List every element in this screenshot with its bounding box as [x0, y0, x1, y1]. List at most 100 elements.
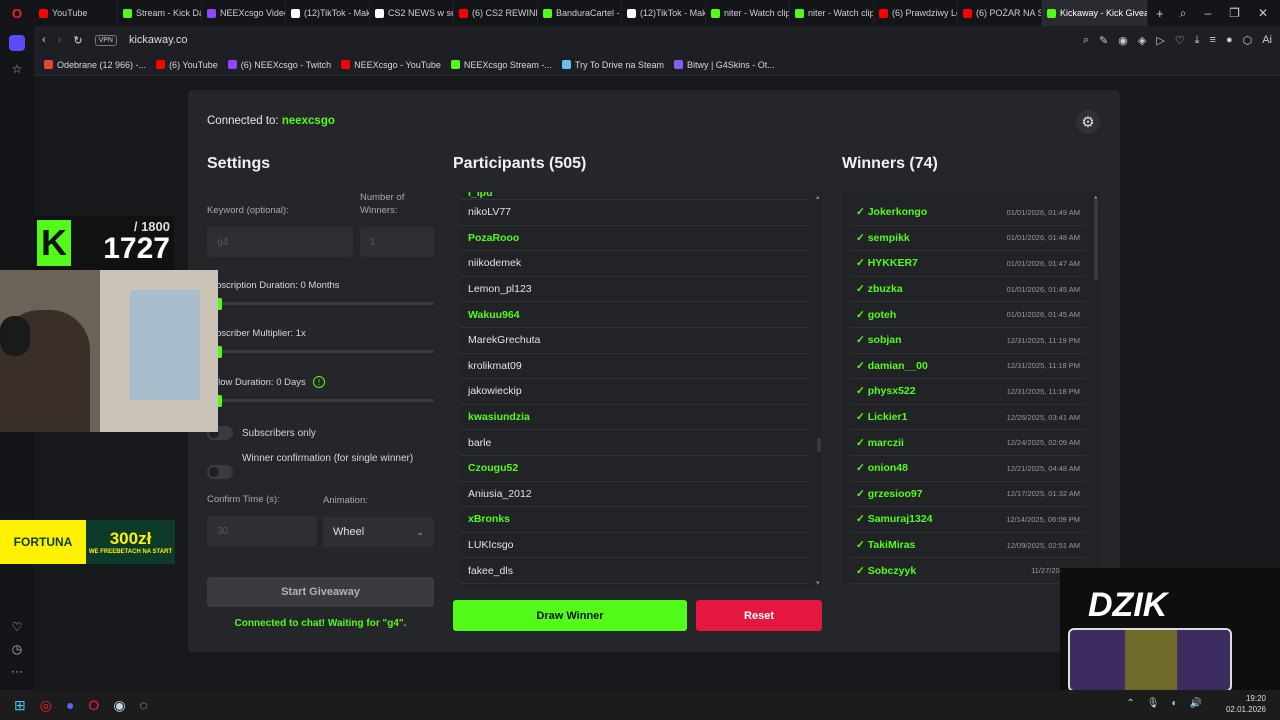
winner-date: 01/01/2026, 01:49 AM — [1006, 207, 1080, 217]
follow-duration-label: llow Duration: 0 Days — [216, 377, 306, 388]
scroll-up-icon[interactable]: ▴ — [816, 193, 820, 201]
volume-icon[interactable]: 🔊 — [1190, 698, 1202, 709]
browser-tab[interactable]: niter - Watch clip — [790, 0, 874, 26]
list-item: jakowieckip — [460, 379, 808, 405]
winners-count-input[interactable]: 1 — [360, 227, 434, 257]
new-tab-button[interactable]: + — [1148, 6, 1172, 21]
browser-tab[interactable]: (6) Prawdziwy Lo — [874, 0, 958, 26]
browser-tab[interactable]: (12)TikTok - Mak — [286, 0, 370, 26]
bookmark-heart-icon[interactable]: ♡ — [1175, 34, 1185, 47]
browser-tab[interactable]: Kickaway - Kick Giveaway — [1042, 0, 1148, 26]
winners-scroll-up-icon[interactable]: ▴ — [1094, 193, 1098, 201]
ai-icon[interactable]: Ai — [1262, 34, 1272, 46]
profile-icon[interactable]: ● — [1226, 34, 1233, 46]
minimize-icon[interactable]: – — [1204, 6, 1211, 20]
winner-row: ✓ sempikk 01/01/2026, 01:48 AM — [850, 226, 1086, 252]
animation-value: Wheel — [333, 526, 365, 538]
opera-icon[interactable]: O — [88, 697, 99, 713]
sub-duration-slider[interactable] — [216, 302, 434, 305]
bookmark-item[interactable]: Bitwy | G4Skins - Ot... — [673, 60, 775, 70]
discord-icon[interactable]: ● — [66, 697, 74, 713]
list-item: krolikmat09 — [460, 354, 808, 380]
winner-confirmation-toggle[interactable] — [207, 465, 233, 479]
chat-status: Connected to chat! Waiting for "g4". — [234, 618, 407, 629]
animation-select[interactable]: Wheel ⌄ — [323, 517, 434, 547]
download-icon[interactable]: ⤓ — [1195, 34, 1200, 47]
browser-tab[interactable]: NEEXcsgo Video — [202, 0, 286, 26]
vpn-badge[interactable]: VPN — [94, 34, 117, 46]
winner-name-text: marczii — [867, 436, 904, 449]
winners-scrollbar[interactable] — [1094, 200, 1098, 280]
bookmark-item[interactable]: (6) YouTube — [156, 60, 218, 70]
zoom-icon[interactable]: ⌕ — [1083, 34, 1089, 47]
menu-icon[interactable]: ≡ — [1210, 34, 1216, 46]
url-field[interactable]: kickaway.co — [129, 34, 187, 46]
winner-date: 12/24/2025, 02:09 AM — [1006, 438, 1080, 448]
browser-tab[interactable]: Stream - Kick Da — [118, 0, 202, 26]
check-icon: ✓ — [856, 487, 868, 500]
headphones — [0, 316, 30, 356]
confirm-time-input[interactable]: 30 — [207, 516, 317, 546]
network-icon[interactable]: ◐ — [1172, 698, 1178, 709]
tray-chevron-icon[interactable]: ⌃ — [1126, 698, 1134, 709]
play-icon[interactable]: ▷ — [1156, 34, 1164, 47]
search-tabs-icon[interactable]: ⌕ — [1180, 6, 1187, 21]
browser-tab[interactable]: CS2 NEWS w sen — [370, 0, 454, 26]
browser-tab[interactable]: (6) CS2 REWIND — [454, 0, 538, 26]
bookmark-item[interactable]: Odebrane (12 966) -... — [44, 60, 146, 70]
tab-label: CS2 NEWS w sen — [388, 8, 454, 18]
start-giveaway-button[interactable]: Start Giveaway — [207, 577, 434, 607]
obs-icon[interactable]: ◌ — [140, 697, 148, 713]
participants-scrollbar[interactable] — [817, 438, 821, 452]
winner-date: 12/17/2025, 01:32 AM — [1006, 489, 1080, 499]
back-icon[interactable]: ‹ — [42, 34, 46, 46]
browser-tab[interactable]: (6) POŻAR NA ST — [958, 0, 1042, 26]
participants-list[interactable]: I_ipu nikoLV77 PozaRooo niikodemek Lemon_pl… — [460, 192, 822, 588]
winner-name-text: goteh — [867, 308, 897, 321]
extension-icon[interactable]: ◈ — [1138, 34, 1146, 47]
close-window-icon[interactable]: ✕ — [1258, 6, 1268, 20]
check-icon: ✓ — [856, 411, 868, 424]
camera-icon[interactable]: ◉ — [1118, 34, 1128, 47]
browser-tab[interactable]: niter - Watch clip — [706, 0, 790, 26]
keyword-label: Keyword (optional): — [207, 205, 289, 216]
reload-icon[interactable]: ↻ — [73, 34, 82, 47]
info-icon[interactable]: ! — [313, 376, 325, 388]
windows-start-icon[interactable]: ⊞ — [14, 697, 26, 714]
draw-winner-button[interactable]: Draw Winner — [453, 600, 687, 631]
bookmark-item[interactable]: Try To Drive na Steam — [561, 60, 664, 70]
winners-list[interactable]: ✓ Jokerkongo 01/01/2026, 01:49 AM ✓ sempik… — [842, 192, 1100, 584]
forward-icon[interactable]: › — [58, 34, 62, 46]
winner-name-text: Jokerkongo — [867, 206, 928, 219]
list-item: niikodemek — [460, 251, 808, 277]
tab-favicon-icon — [39, 8, 48, 18]
edit-icon[interactable]: ✎ — [1099, 34, 1108, 47]
browser-tab[interactable]: YouTube — [34, 0, 118, 26]
tab-label: niter - Watch clip — [808, 8, 874, 18]
mic-icon[interactable]: 🎙 — [1147, 698, 1160, 709]
windows-taskbar: ⊞ ◎ ● O ◉ ◌ 19:20 02.01.2026 ⌃ 🎙 ◐ 🔊 — [0, 690, 1280, 720]
browser-tab[interactable]: BanduraCartel - — [538, 0, 622, 26]
winner-name-text: zbuzka — [867, 283, 903, 296]
home-icon[interactable] — [0, 30, 34, 56]
opera-logo-icon[interactable]: O — [0, 0, 34, 26]
maximize-icon[interactable]: ❐ — [1229, 6, 1240, 20]
sub-multiplier-slider[interactable] — [216, 350, 434, 353]
browser-tab[interactable]: (12)TikTok - Mak — [622, 0, 706, 26]
subscribers-only-label: Subscribers only — [242, 428, 316, 439]
tab-label: (12)TikTok - Mak — [640, 8, 706, 18]
bookmark-item[interactable]: NEEXcsgo Stream -... — [450, 60, 552, 70]
bookmark-item[interactable]: (6) NEEXcsgo - Twitch — [227, 60, 331, 70]
reset-button[interactable]: Reset — [696, 600, 822, 631]
gear-icon[interactable]: ⚙ — [1076, 110, 1100, 134]
bookmark-item[interactable]: NEEXcsgo - YouTube — [341, 60, 441, 70]
pinboard-icon[interactable]: ☆ — [0, 56, 34, 82]
scroll-down-icon[interactable]: ▾ — [816, 579, 820, 587]
keyword-input[interactable]: g4 — [207, 227, 353, 257]
opera-gx-icon[interactable]: ◎ — [40, 697, 52, 714]
steam-icon[interactable]: ◉ — [113, 697, 125, 714]
cube-icon[interactable]: ⬡ — [1243, 34, 1253, 47]
winner-name-text: sobjan — [867, 334, 902, 347]
follow-duration-slider[interactable] — [216, 399, 434, 402]
more-icon[interactable]: ··· — [0, 658, 34, 684]
